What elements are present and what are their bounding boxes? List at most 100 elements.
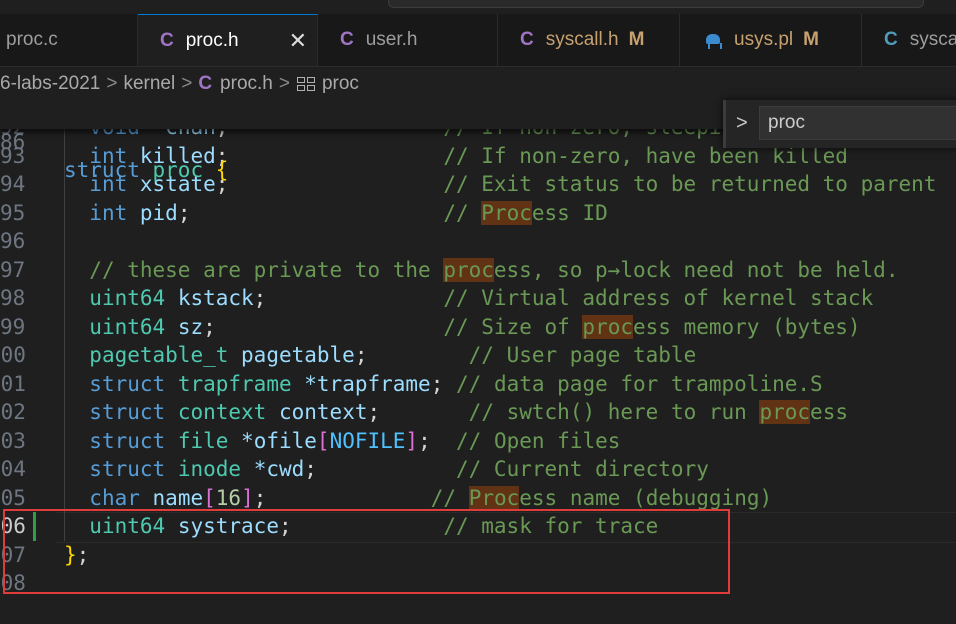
tab-label: user.h [365,29,418,50]
code-token: kstack [177,286,254,310]
line-number: 96 [0,229,26,253]
code-token: ess memory (bytes) [633,314,861,339]
tab-label: proc.h [185,29,239,51]
code-token: // Size of [443,314,583,339]
code-token: NOFILE [329,428,406,453]
code-token: ] [405,428,419,453]
tab-usys-pl[interactable]: usys.pl M [680,14,862,66]
tab-bar: proc.c C proc.h ✕ C user.h C syscall.h M… [0,14,956,67]
code-token: ; [354,343,368,367]
code-line[interactable]: 98 uint64 kstack; // Virtual address of … [0,284,956,313]
tab-proc-c[interactable]: proc.c [0,14,138,66]
command-center[interactable] [388,0,924,8]
tab-user-h[interactable]: C user.h [318,14,498,66]
code-token: inode [177,457,242,481]
code-line[interactable]: 101 struct trapframe *trapframe; // data… [0,370,956,399]
c-file-icon: C [884,29,898,50]
code-token: // data page for trampoline.S [456,371,823,396]
code-token: name [152,485,204,510]
code-token: uint64 [89,286,166,310]
breadcrumb-folder[interactable]: 6-labs-2021 [0,73,100,95]
line-number: 100 [0,343,26,367]
toggle-replace-chevron-icon[interactable]: > [736,112,748,135]
code-line[interactable]: 95 int pid; // Process ID [0,199,956,228]
code-token: pid [139,200,178,225]
breadcrumb-symbol[interactable]: proc [322,73,359,95]
tab-syscall-c[interactable]: C sysca [862,14,956,66]
line-code: struct inode *cwd; // Current directory [64,455,709,484]
chevron-right-icon: > [278,73,290,94]
tab-proc-h[interactable]: C proc.h ✕ [138,14,318,66]
find-input[interactable] [759,106,956,140]
c-file-icon: C [198,73,213,94]
tab-label: syscall.h [545,29,619,50]
code-token: ; [177,200,191,225]
code-token: // these are private to the [89,257,444,282]
code-token: *trapframe [304,371,431,396]
code-token: ; [430,371,444,396]
code-token: proc [582,314,633,339]
code-token: ; [304,457,317,481]
code-token: struct [89,400,166,424]
tab-syscall-h[interactable]: C syscall.h M [498,14,680,66]
keyword: struct [64,158,140,182]
line-number: 99 [0,314,26,339]
line-code: int pid; // Process ID [64,199,608,228]
code-line[interactable]: 102 struct context context; // swtch() h… [0,398,956,427]
code-line[interactable]: 96 [0,227,956,256]
code-token: ess name (debugging) [519,485,773,510]
code-line[interactable]: 97 // these are private to the process, … [0,256,956,285]
code-token: ess ID [531,200,608,225]
line-code: struct trapframe *trapframe; // data pag… [64,370,823,399]
code-line[interactable]: 103 struct file *ofile[NOFILE]; // Open … [0,427,956,456]
brace: { [215,158,229,182]
code-token: // Open files [456,428,621,453]
code-line[interactable]: 100 pagetable_t pagetable; // User page … [0,341,956,370]
code-line[interactable]: 105 char name[16]; // Process name (debu… [0,484,956,513]
code-line[interactable]: 99 uint64 sz; // Size of process memory … [0,313,956,342]
c-file-icon: C [340,29,354,50]
code-token: 16 [215,485,242,510]
line-number: 86 [0,129,26,154]
modified-badge: M [803,29,819,50]
code-token: ; [203,314,216,339]
line-code: struct context context; // swtch() here … [64,398,848,427]
code-token: // swtch() here to run [468,400,760,424]
code-token: context [177,400,267,424]
modified-badge: M [628,29,645,50]
code-token: sz [177,314,204,339]
line-number: 103 [0,428,26,453]
code-token: char [89,485,140,510]
line-number: 104 [0,457,26,481]
breadcrumb-kernel[interactable]: kernel [123,73,175,95]
code-token: Proc [468,485,520,510]
breadcrumb-file[interactable]: proc.h [220,73,273,95]
perl-camel-icon [704,31,722,49]
close-icon[interactable]: ✕ [289,28,307,54]
code-token: ; [253,485,267,510]
code-token: proc [443,257,494,282]
line-number: 102 [0,400,26,424]
code-line[interactable]: 104 struct inode *cwd; // Current direct… [0,455,956,484]
